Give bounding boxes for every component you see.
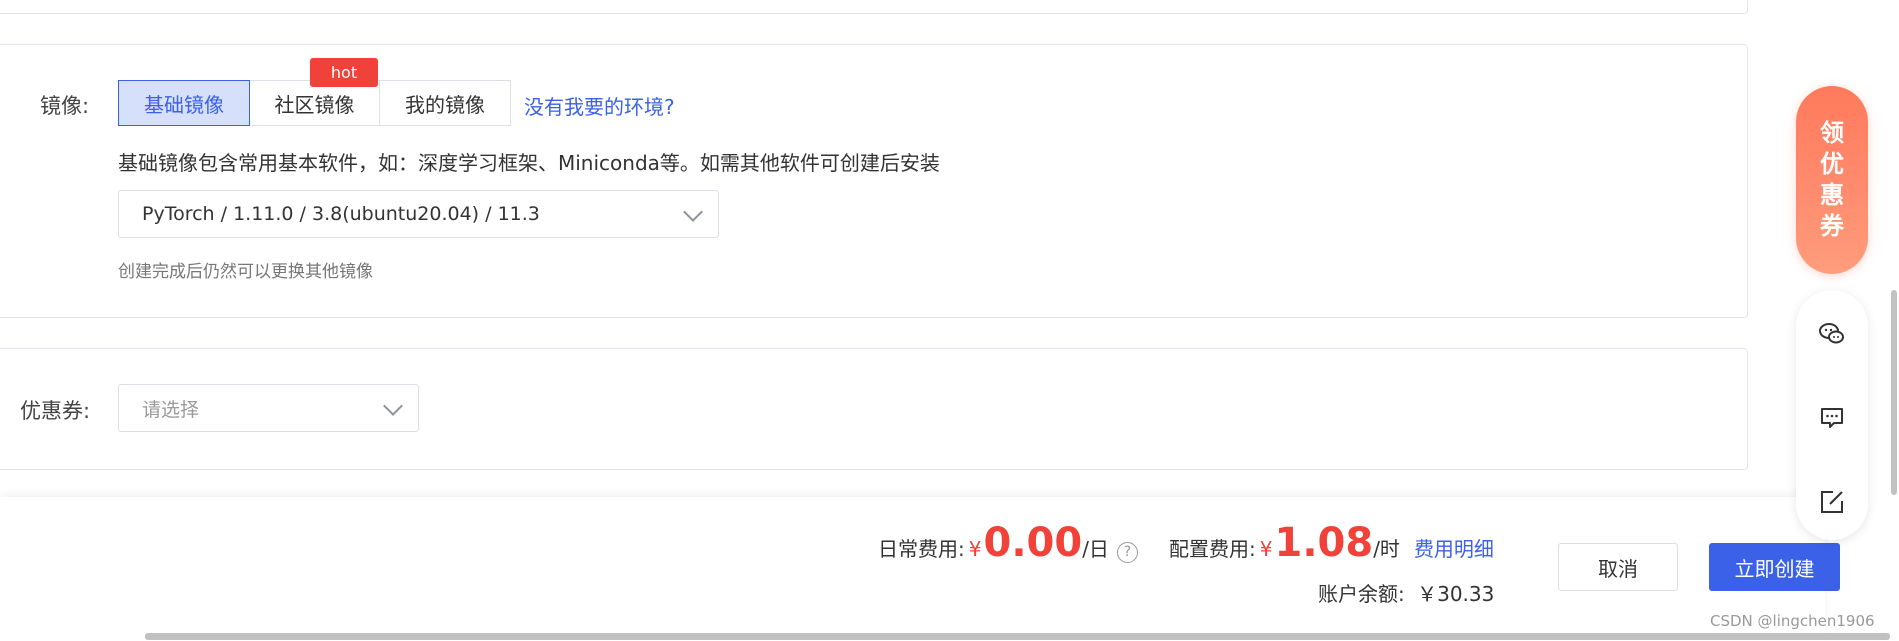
floating-toolbar [1796,290,1868,540]
config-fee-value: 1.08 [1274,520,1374,566]
tab-base-image[interactable]: 基础镜像 [118,80,250,126]
image-hint: 创建完成后仍然可以更换其他镜像 [118,262,373,282]
account-balance: 账户余额: ￥30.33 [1318,578,1494,607]
coupon-label: 优惠券: [20,399,91,423]
config-fee-label: 配置费用: [1169,537,1256,561]
daily-fee: 日常费用: ¥ 0.00 /日 ? [878,520,1138,570]
daily-fee-unit: /日 [1082,537,1109,561]
config-fee: 配置费用: ¥ 1.08 /时 费用明细 [1169,520,1494,570]
message-icon[interactable] [1818,404,1846,432]
edit-icon[interactable] [1818,488,1846,516]
missing-env-link[interactable]: 没有我要的环境? [524,91,675,120]
watermark: CSDN @lingchen1906 [1710,612,1875,630]
coupon-select[interactable]: 请选择 [118,384,419,432]
image-version-select[interactable]: PyTorch / 1.11.0 / 3.8(ubuntu20.04) / 11… [118,190,719,238]
create-now-button[interactable]: 立即创建 [1709,543,1840,591]
coupon-char-2: 优 [1820,150,1844,178]
image-label: 镜像: [40,94,90,118]
horizontal-scrollbar[interactable] [145,633,1890,640]
chevron-down-icon [683,202,703,222]
coupon-promo-button[interactable]: 领 优 惠 券 [1796,86,1868,274]
cancel-button[interactable]: 取消 [1558,543,1678,591]
image-version-value: PyTorch / 1.11.0 / 3.8(ubuntu20.04) / 11… [142,203,540,225]
vertical-scrollbar[interactable] [1891,290,1897,495]
daily-fee-value: 0.00 [983,520,1083,566]
config-fee-currency: ¥ [1259,537,1273,561]
daily-fee-currency: ¥ [968,537,982,561]
image-description: 基础镜像包含常用基本软件，如：深度学习框架、Miniconda等。如需其他软件可… [118,151,940,175]
previous-section-card [0,0,1748,14]
coupon-char-4: 券 [1820,212,1844,240]
hot-badge: hot [310,58,378,87]
wechat-icon[interactable] [1818,320,1846,348]
daily-fee-label: 日常费用: [878,537,965,561]
config-fee-unit: /时 [1373,537,1400,561]
balance-label: 账户余额: [1318,582,1405,606]
help-icon[interactable]: ? [1116,541,1138,563]
balance-value: ￥30.33 [1417,582,1495,606]
chevron-down-icon [383,396,403,416]
coupon-placeholder: 请选择 [142,398,200,421]
fee-detail-link[interactable]: 费用明细 [1414,533,1494,562]
coupon-char-1: 领 [1820,119,1844,147]
tab-my-image[interactable]: 我的镜像 [379,80,511,126]
coupon-char-3: 惠 [1820,181,1844,209]
